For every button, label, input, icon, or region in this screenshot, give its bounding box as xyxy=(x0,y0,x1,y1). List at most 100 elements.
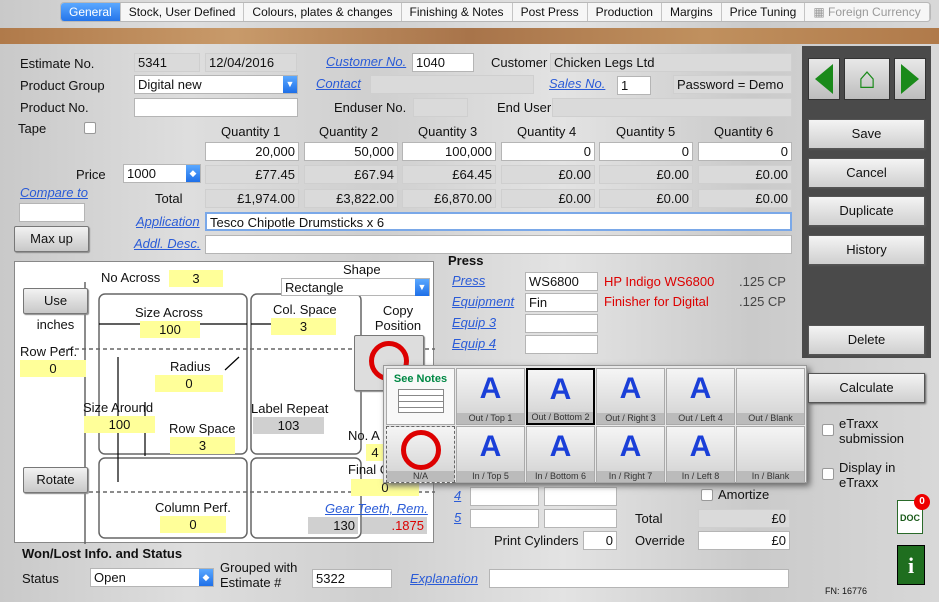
shape-select[interactable]: Rectangle ▼ xyxy=(281,278,430,296)
na-option[interactable]: N/A xyxy=(386,426,455,483)
row-perf-field[interactable]: 0 xyxy=(20,360,86,377)
next-record-button[interactable] xyxy=(894,58,926,100)
quantity-2-field[interactable]: 50,000 xyxy=(304,142,398,161)
cancel-button[interactable]: Cancel xyxy=(808,158,925,188)
no-across-field[interactable]: 3 xyxy=(169,270,223,287)
estimate-date[interactable]: 12/04/2016 xyxy=(205,53,297,72)
equip-3-field[interactable] xyxy=(525,314,598,333)
tape-checkbox[interactable] xyxy=(84,122,96,134)
addl-desc-link[interactable]: Addl. Desc. xyxy=(134,236,200,251)
amortize-checkbox[interactable] xyxy=(701,489,713,501)
tab-general[interactable]: General xyxy=(61,3,121,21)
extra-row-4-link[interactable]: 4 xyxy=(454,488,461,503)
home-button[interactable]: ⌂ xyxy=(844,58,890,100)
status-select[interactable]: Open ◆ xyxy=(90,568,214,587)
size-across-field[interactable]: 100 xyxy=(140,321,200,338)
extra-row-5-field-a[interactable] xyxy=(470,509,539,528)
size-around-label: Size Around xyxy=(83,400,154,415)
col-space-field[interactable]: 3 xyxy=(271,318,336,335)
tab-post-press[interactable]: Post Press xyxy=(513,3,588,21)
press-link[interactable]: Press xyxy=(452,273,485,288)
product-group-select[interactable]: Digital new ▼ xyxy=(134,75,298,94)
in-right-7-option[interactable]: A In / Right 7 xyxy=(596,426,665,483)
out-bottom-2-option[interactable]: A Out / Bottom 2 xyxy=(526,368,595,425)
estimate-number[interactable]: 5341 xyxy=(134,53,200,72)
customer-no-link[interactable]: Customer No. xyxy=(326,54,406,69)
quantity-3-field[interactable]: 100,000 xyxy=(402,142,496,161)
see-notes-option[interactable]: See Notes xyxy=(386,368,455,425)
equipment-field[interactable]: Fin xyxy=(525,293,598,312)
extra-row-5-field-b[interactable] xyxy=(544,509,617,528)
press-cp: .125 CP xyxy=(739,274,786,289)
rotate-button[interactable]: Rotate xyxy=(23,467,88,493)
chevron-down-icon: ▼ xyxy=(415,279,429,296)
equipment-link[interactable]: Equipment xyxy=(452,294,514,309)
etraxx-checkbox[interactable] xyxy=(822,424,834,436)
equip-3-link[interactable]: Equip 3 xyxy=(452,315,496,330)
sales-no-field[interactable]: 1 xyxy=(617,76,651,95)
grouped-estimate-field[interactable]: 5322 xyxy=(312,569,392,588)
tab-colours[interactable]: Colours, plates & changes xyxy=(244,3,402,21)
tab-production[interactable]: Production xyxy=(588,3,662,21)
customer-no-field[interactable]: 1040 xyxy=(412,53,474,72)
quantity-5-field[interactable]: 0 xyxy=(599,142,693,161)
max-up-button[interactable]: Max up xyxy=(14,226,89,252)
quantity-1-field[interactable]: 20,000 xyxy=(205,142,299,161)
tab-price-tuning[interactable]: Price Tuning xyxy=(722,3,806,21)
enduser-no-field[interactable] xyxy=(413,98,468,117)
extra-row-4-field-a[interactable] xyxy=(470,487,539,506)
out-blank-option[interactable]: Out / Blank xyxy=(736,368,805,425)
display-etraxx-checkbox[interactable] xyxy=(822,468,834,480)
doc-badge: 0 xyxy=(914,494,930,510)
customer-name-field[interactable]: Chicken Legs Ltd xyxy=(550,53,792,72)
contact-field[interactable] xyxy=(370,75,534,94)
in-blank-option[interactable]: In / Blank xyxy=(736,426,805,483)
customer-label: Customer xyxy=(491,55,548,70)
equip-4-field[interactable] xyxy=(525,335,598,354)
column-perf-field[interactable]: 0 xyxy=(160,516,226,533)
price-per-select[interactable]: 1000 ◆ xyxy=(123,164,201,183)
quantity-4-field[interactable]: 0 xyxy=(501,142,595,161)
press-field[interactable]: WS6800 xyxy=(525,272,598,291)
contact-link[interactable]: Contact xyxy=(316,76,361,91)
in-top-5-option[interactable]: A In / Top 5 xyxy=(456,426,525,483)
tab-stock[interactable]: Stock, User Defined xyxy=(121,3,245,21)
tab-margins[interactable]: Margins xyxy=(662,3,722,21)
quantity-6-field[interactable]: 0 xyxy=(698,142,792,161)
duplicate-button[interactable]: Duplicate xyxy=(808,196,925,226)
prev-record-button[interactable] xyxy=(808,58,840,100)
compare-to-link[interactable]: Compare to xyxy=(20,185,88,200)
extra-row-4-field-b[interactable] xyxy=(544,487,617,506)
end-user-field[interactable] xyxy=(552,98,792,117)
calculate-button[interactable]: Calculate xyxy=(808,373,925,403)
out-top-1-option[interactable]: A Out / Top 1 xyxy=(456,368,525,425)
out-left-4-option[interactable]: A Out / Left 4 xyxy=(666,368,735,425)
product-no-field[interactable] xyxy=(134,98,298,117)
radius-field[interactable]: 0 xyxy=(155,375,223,392)
sales-no-link[interactable]: Sales No. xyxy=(549,76,605,91)
history-button[interactable]: History xyxy=(808,235,925,265)
row-space-field[interactable]: 3 xyxy=(170,437,235,454)
tab-finishing[interactable]: Finishing & Notes xyxy=(402,3,513,21)
override-field[interactable]: £0 xyxy=(698,531,790,550)
addl-desc-field[interactable] xyxy=(205,235,792,254)
size-around-field[interactable]: 100 xyxy=(84,416,155,433)
info-icon[interactable]: i xyxy=(897,545,925,585)
use-inches-button[interactable]: Use inches xyxy=(23,288,88,332)
compare-to-field[interactable] xyxy=(19,203,85,222)
print-cylinders-field[interactable]: 0 xyxy=(583,531,617,550)
equip-4-link[interactable]: Equip 4 xyxy=(452,336,496,351)
delete-button[interactable]: Delete xyxy=(808,325,925,355)
out-right-3-option[interactable]: A Out / Right 3 xyxy=(596,368,665,425)
application-link[interactable]: Application xyxy=(136,214,200,229)
extra-row-5-link[interactable]: 5 xyxy=(454,510,461,525)
in-left-8-option[interactable]: A In / Left 8 xyxy=(666,426,735,483)
no-a-field[interactable]: 4 xyxy=(366,444,384,461)
explanation-field[interactable] xyxy=(489,569,789,588)
save-button[interactable]: Save xyxy=(808,119,925,149)
explanation-link[interactable]: Explanation xyxy=(410,571,478,586)
in-bottom-6-option[interactable]: A In / Bottom 6 xyxy=(526,426,595,483)
tab-foreign-currency[interactable]: ▦ Foreign Currency xyxy=(805,3,930,21)
gear-teeth-link[interactable]: Gear Teeth, Rem. xyxy=(325,501,428,516)
application-field[interactable]: Tesco Chipotle Drumsticks x 6 xyxy=(205,212,792,231)
